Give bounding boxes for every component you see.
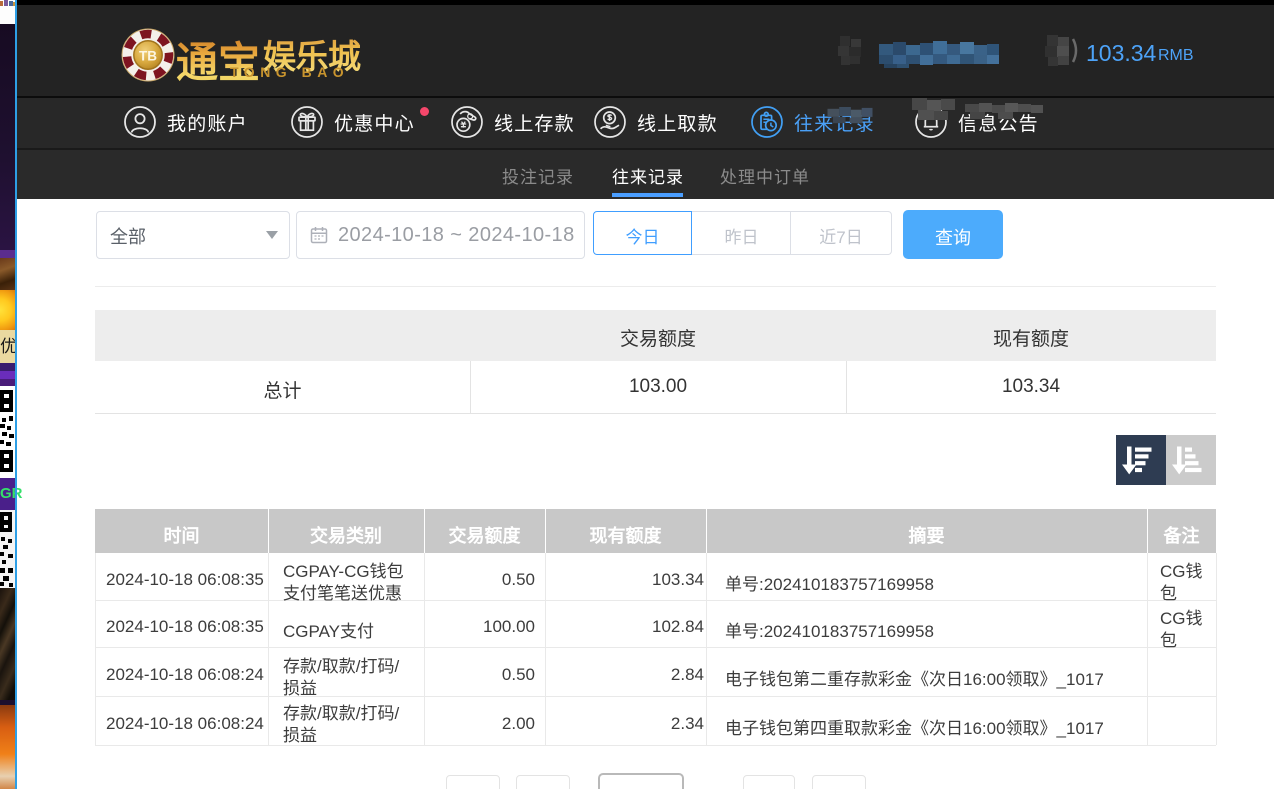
svg-text:TB: TB — [139, 49, 157, 64]
